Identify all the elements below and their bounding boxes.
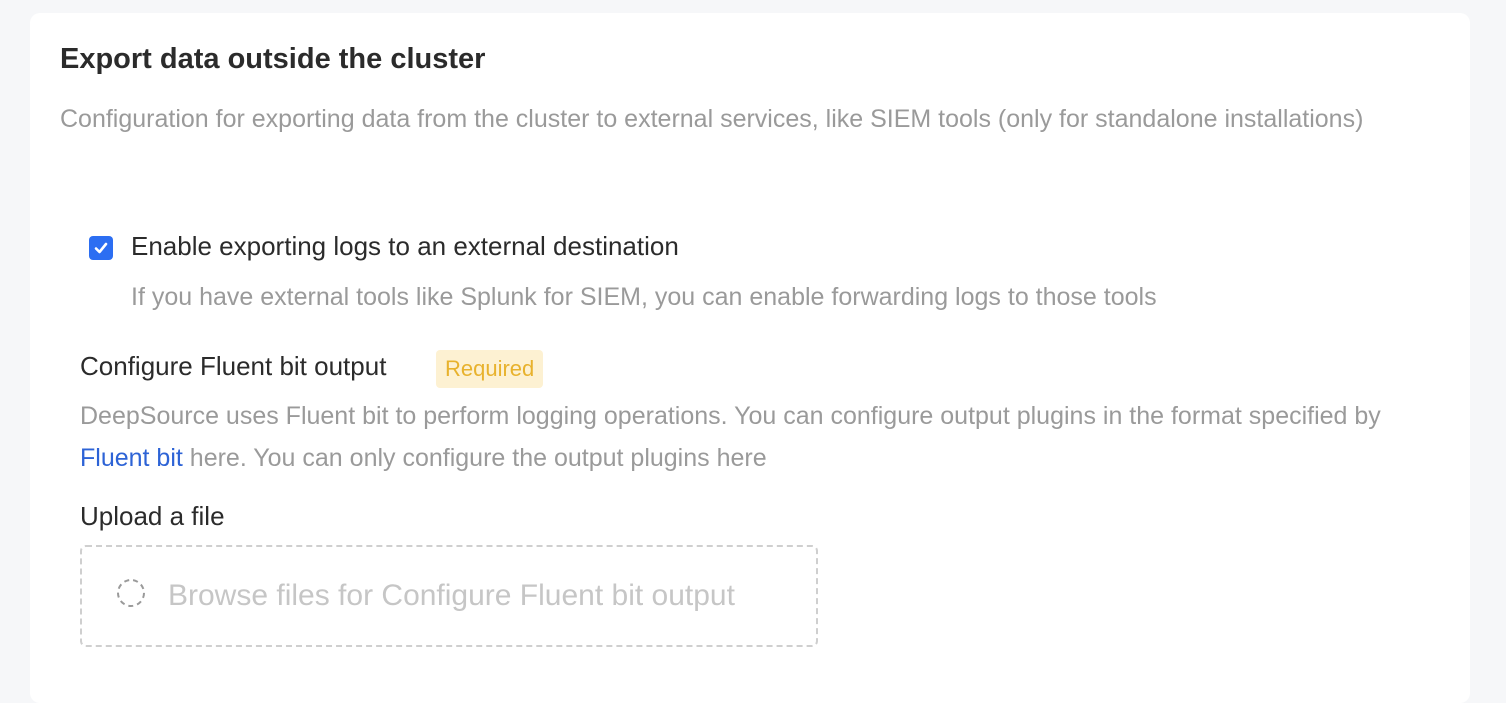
fluent-bit-link[interactable]: Fluent bit [80,444,183,472]
fluent-bit-title: Configure Fluent bit output [80,351,387,381]
enable-export-label[interactable]: Enable exporting logs to an external des… [131,231,679,262]
enable-export-checkbox[interactable] [89,236,113,260]
section-description: Configuration for exporting data from th… [60,105,1364,133]
dashed-circle-icon [117,579,145,607]
file-dropzone[interactable]: Browse files for Configure Fluent bit ou… [80,545,818,647]
fluent-bit-description-after: here. You can only configure the output … [189,444,767,472]
section-title: Export data outside the cluster [60,43,486,75]
export-settings-card: Export data outside the cluster Configur… [30,13,1470,703]
fluent-bit-description-before: DeepSource uses Fluent bit to perform lo… [80,402,1381,430]
upload-label: Upload a file [80,501,225,531]
checkmark-icon [94,242,108,254]
fluent-bit-description: DeepSource uses Fluent bit to perform lo… [80,395,1400,479]
enable-export-hint: If you have external tools like Splunk f… [131,283,1157,311]
required-badge: Required [436,350,544,388]
dropzone-text: Browse files for Configure Fluent bit ou… [168,579,735,612]
